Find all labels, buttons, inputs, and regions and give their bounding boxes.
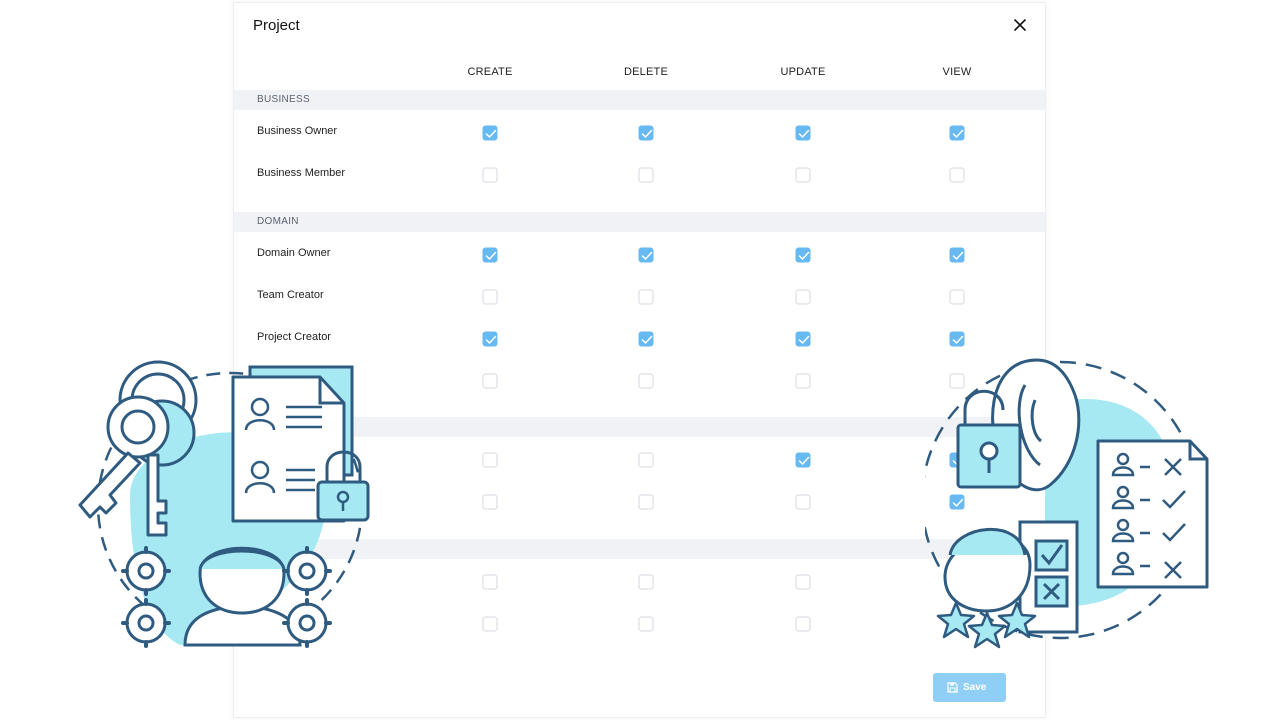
permission-checkbox-create[interactable] <box>482 494 498 510</box>
section-header: DOMAIN <box>234 212 1045 232</box>
permission-checkbox-update[interactable] <box>795 289 811 305</box>
permission-checkbox-delete[interactable] <box>638 574 654 590</box>
role-label: Business Owner <box>257 125 338 137</box>
save-button-label: Save <box>963 682 987 693</box>
permission-checkbox-delete[interactable] <box>638 452 654 468</box>
permission-checkbox-delete[interactable] <box>638 125 654 141</box>
permission-checkbox-delete[interactable] <box>638 247 654 263</box>
save-button[interactable]: Save <box>933 673 1006 702</box>
permission-checkbox-view[interactable] <box>949 125 965 141</box>
column-header-view: VIEW <box>942 66 972 78</box>
permission-checkbox-view[interactable] <box>949 167 965 183</box>
column-header-update: UPDATE <box>780 66 826 78</box>
permission-checkbox-delete[interactable] <box>638 494 654 510</box>
role-label: Team Creator <box>257 289 324 301</box>
permission-checkbox-view[interactable] <box>949 247 965 263</box>
section-header-label: DOMAIN <box>257 216 299 227</box>
column-header-delete: DELETE <box>624 66 668 78</box>
permission-checkbox-view[interactable] <box>949 331 965 347</box>
access-keys-security-illustration <box>78 360 370 648</box>
permission-checkbox-update[interactable] <box>795 167 811 183</box>
user-permissions-checklist-illustration <box>925 358 1209 649</box>
permission-checkbox-delete[interactable] <box>638 616 654 632</box>
dialog-title: Project <box>253 17 300 34</box>
permission-checkbox-delete[interactable] <box>638 331 654 347</box>
permission-checkbox-create[interactable] <box>482 616 498 632</box>
permission-checkbox-update[interactable] <box>795 574 811 590</box>
permission-checkbox-update[interactable] <box>795 373 811 389</box>
permission-checkbox-update[interactable] <box>795 494 811 510</box>
permission-checkbox-delete[interactable] <box>638 289 654 305</box>
close-icon[interactable] <box>1010 15 1030 35</box>
permission-checkbox-delete[interactable] <box>638 373 654 389</box>
permission-checkbox-create[interactable] <box>482 247 498 263</box>
permission-checkbox-update[interactable] <box>795 616 811 632</box>
permission-checkbox-view[interactable] <box>949 289 965 305</box>
permission-checkbox-create[interactable] <box>482 289 498 305</box>
section-header-label: BUSINESS <box>257 94 310 105</box>
permission-checkbox-update[interactable] <box>795 247 811 263</box>
permission-checkbox-delete[interactable] <box>638 167 654 183</box>
permission-checkbox-create[interactable] <box>482 167 498 183</box>
permission-checkbox-create[interactable] <box>482 452 498 468</box>
role-label: Project Creator <box>257 331 331 343</box>
section-header: BUSINESS <box>234 90 1045 110</box>
column-header-create: CREATE <box>467 66 513 78</box>
permission-checkbox-update[interactable] <box>795 452 811 468</box>
permission-checkbox-create[interactable] <box>482 574 498 590</box>
permission-checkbox-create[interactable] <box>482 373 498 389</box>
permission-checkbox-update[interactable] <box>795 125 811 141</box>
role-label: Business Member <box>257 167 346 179</box>
role-label: Domain Owner <box>257 247 331 259</box>
permission-checkbox-update[interactable] <box>795 331 811 347</box>
save-icon <box>947 682 958 693</box>
permission-checkbox-create[interactable] <box>482 125 498 141</box>
permission-checkbox-create[interactable] <box>482 331 498 347</box>
